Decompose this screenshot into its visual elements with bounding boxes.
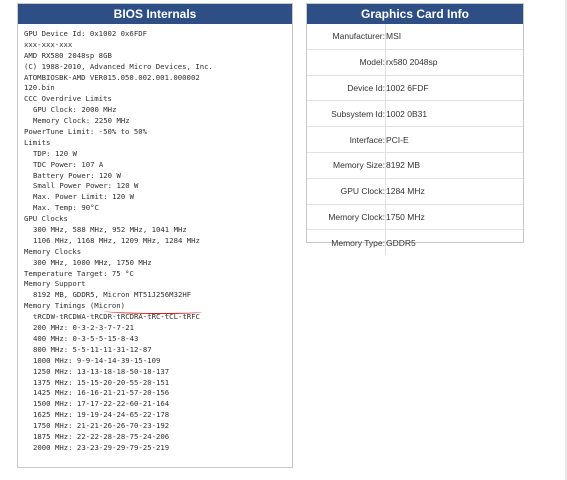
bios-line: 1500 MHz: 17-17-22-22-60-21-164 — [33, 399, 170, 409]
info-value: 1750 MHz — [386, 203, 523, 230]
bios-line: Memory Clocks — [24, 246, 82, 256]
bios-line: TDP: 120 W — [33, 148, 77, 158]
bios-line: Memory Clock: 2250 MHz — [33, 116, 130, 126]
bios-line: GPU Clock: 2000 MHz — [33, 105, 117, 115]
bios-line: GPU Clocks — [24, 214, 68, 224]
bios-line: CCC Overdrive Limits — [24, 94, 112, 104]
bios-line: 2000 MHz: 23-23-29-29-79-25-219 — [33, 442, 170, 452]
info-label: Interface: — [307, 126, 386, 153]
bios-line: 400 MHz: 0-3-5-5-15-8-43 — [33, 333, 139, 343]
info-label: Memory Type: — [307, 229, 386, 256]
bios-line: Small Power Power: 120 W — [33, 181, 139, 191]
bios-line: 1250 MHz: 13-13-18-18-50-18-137 — [33, 366, 170, 376]
bios-line: 300 MHz, 588 MHz, 952 MHz, 1041 MHz — [33, 225, 187, 235]
bios-line: Limits — [24, 137, 51, 147]
graphics-card-info-table: Manufacturer: MSI Model: rx580 2048sp Device… — [307, 24, 523, 256]
bios-line: 1625 MHz: 19-19-24-24-65-22-178 — [33, 410, 170, 420]
info-value: 1002 0B31 — [386, 100, 523, 127]
info-row: Subsystem Id: 1002 0B31 — [307, 100, 523, 127]
info-value: MSI — [386, 31, 402, 42]
info-label: Manufacturer: — [332, 31, 385, 42]
graphics-card-info-title: Graphics Card Info — [307, 4, 523, 24]
bios-line: 1875 MHz: 22-22-28-28-75-24-206 — [33, 431, 170, 441]
bios-line: Max. Temp: 90°C — [33, 203, 99, 213]
bios-line: Memory Support — [24, 279, 86, 289]
info-value: GDDR5 — [386, 229, 523, 256]
info-row: Memory Size: 8192 MB — [307, 151, 523, 179]
info-row: Device Id: 1002 6FDF — [307, 74, 523, 101]
info-label: Device Id: — [307, 74, 386, 101]
bios-line: Battery Power: 120 W — [33, 170, 121, 180]
info-label: GPU Clock: — [307, 177, 386, 205]
info-row: GPU Clock: 1284 MHz — [307, 177, 523, 205]
info-value: PCI-E — [386, 126, 523, 153]
bios-line: GPU Device Id: 0x1002 0x6FDF — [24, 29, 148, 38]
bios-line: 1106 MHz, 1168 MHz, 1209 MHz, 1284 MHz — [33, 235, 200, 245]
info-label: Model: — [307, 48, 386, 76]
info-value: 1002 6FDF — [386, 74, 523, 101]
bios-line: 8192 MB, GDDR5, Micron MT51J256M32HF — [33, 290, 192, 300]
bios-line: 200 MHz: 0-3-2-3-7-7-21 — [33, 323, 135, 333]
info-value: 8192 MB — [386, 151, 523, 179]
bios-line: 1000 MHz: 9-9-14-14-39-15-109 — [33, 355, 161, 365]
bios-line: 1425 MHz: 16-16-21-21-57-20-156 — [33, 388, 170, 398]
info-row: Model: rx580 2048sp — [307, 48, 523, 76]
bios-internals-panel: BIOS Internals GPU Device Id: 0x1002 0x6… — [17, 3, 293, 468]
bios-line: ATOMBIOSBK-AMD VER015.050.002.001.000002 — [24, 72, 200, 82]
bios-line: xxx-xxx-xxx — [24, 39, 73, 49]
bios-line: Max. Power Limit: 120 W — [33, 192, 135, 202]
bios-line: TDC Power: 107 A — [33, 159, 104, 169]
info-value: rx580 2048sp — [386, 48, 523, 76]
info-row: Memory Type: GDDR5 — [307, 229, 523, 256]
bios-line: AMD RX580 2048sp 8GB — [24, 50, 112, 60]
bios-text-block: GPU Device Id: 0x1002 0x6FDF xxx-xxx-xxx A… — [18, 24, 292, 454]
bios-line: 1750 MHz: 21-21-26-26-70-23-192 — [33, 421, 170, 431]
bios-line: 300 MHz, 1000 MHz, 1750 MHz — [33, 257, 152, 267]
info-label: Memory Clock: — [307, 203, 386, 230]
bios-line: 800 MHz: 5-5-11-11-31-12-87 — [33, 344, 152, 354]
bios-line: Temperature Target: 75 °C — [24, 268, 134, 278]
info-row: Memory Clock: 1750 MHz — [307, 203, 523, 230]
bios-internals-title: BIOS Internals — [18, 4, 292, 24]
info-value: 1284 MHz — [386, 177, 523, 205]
graphics-card-info-panel: Graphics Card Info Manufacturer: MSI Model… — [306, 3, 524, 256]
info-label: Memory Size: — [307, 151, 386, 179]
bios-line: 1375 MHz: 15-15-20-20-55-20-151 — [33, 377, 170, 387]
info-label: Subsystem Id: — [307, 100, 386, 127]
info-row: Manufacturer: MSI — [307, 24, 523, 50]
bios-line: PowerTune Limit: -50% to 50% — [24, 127, 148, 137]
bios-line: (C) 1988-2010, Advanced Micro Devices, I… — [24, 61, 213, 71]
bios-line: 120.bin — [24, 83, 55, 93]
info-row: Interface: PCI-E — [307, 126, 523, 153]
